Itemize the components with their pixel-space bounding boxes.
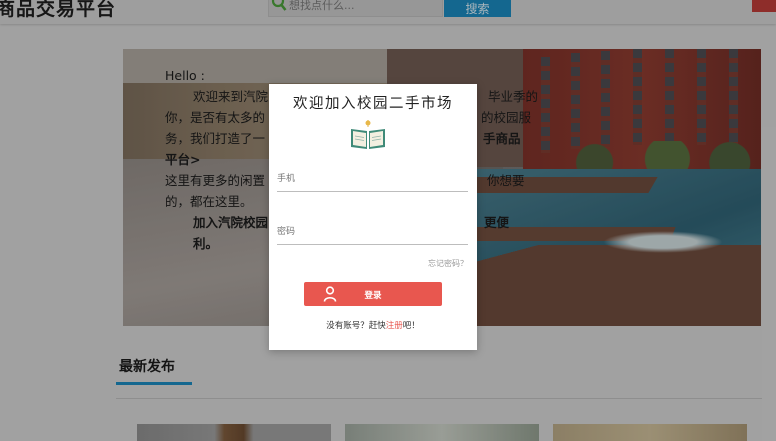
phone-field[interactable] [277,166,468,192]
password-input[interactable] [277,219,468,245]
register-suffix: 吧！ [402,321,420,331]
book-icon [351,120,385,149]
login-button[interactable]: 登录 [304,282,442,306]
register-link[interactable]: 注册 [386,321,403,331]
register-prompt: 没有账号？赶快注册吧！ [269,319,477,331]
register-prefix: 没有账号？赶快 [326,321,386,331]
login-button-label: 登录 [364,291,382,301]
password-field[interactable] [277,219,468,245]
phone-input[interactable] [277,166,468,192]
modal-title: 欢迎加入校园二手市场 [293,96,453,112]
login-modal: 欢迎加入校园二手市场 忘记密码？ 登录 没有账号？赶快注册吧！ [269,84,477,350]
forgot-password-link[interactable]: 忘记密码？ [428,258,468,269]
